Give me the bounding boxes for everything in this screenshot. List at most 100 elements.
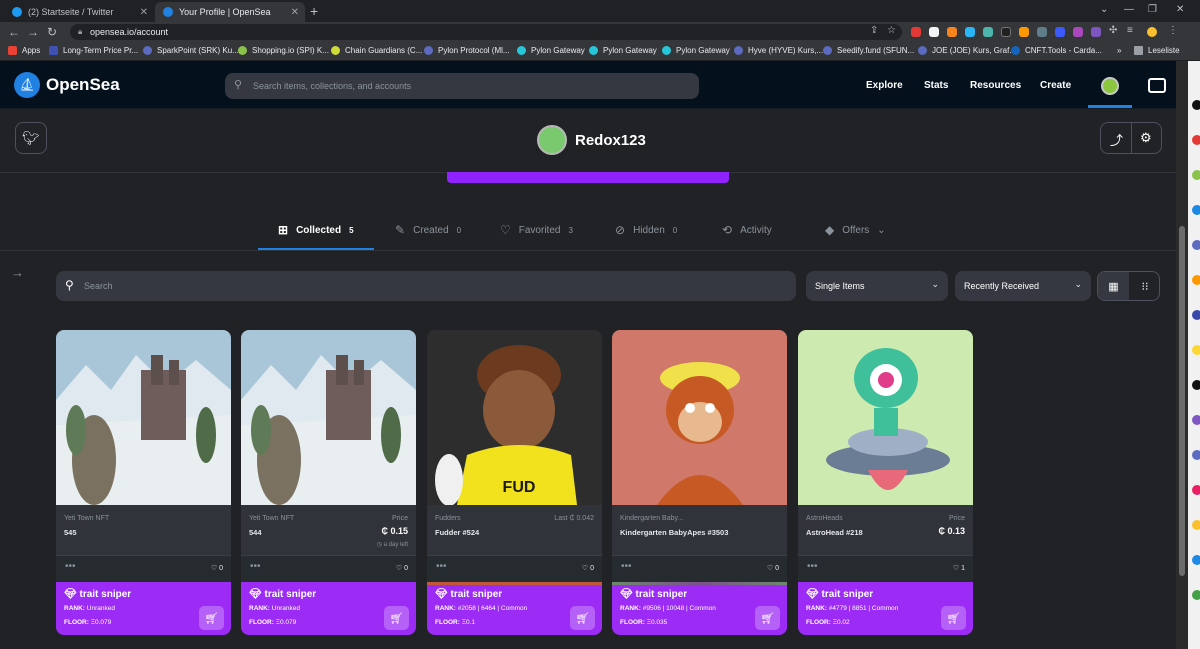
side-app-icon[interactable] <box>1192 345 1200 355</box>
side-app-icon[interactable] <box>1192 555 1200 565</box>
sort-select[interactable]: Recently Received ⌄ <box>955 271 1091 301</box>
close-tab-icon[interactable]: ✕ <box>291 7 299 18</box>
bookmark-item[interactable]: Long-Term Price Pr... <box>49 46 138 55</box>
more-options-icon[interactable]: ••• <box>250 561 261 572</box>
expand-filters-arrow-icon[interactable]: → <box>11 265 24 280</box>
cart-icon[interactable]: 🛒︎ <box>384 606 409 630</box>
tab-offers[interactable]: ◆ Offers ⌄ <box>825 223 886 237</box>
close-tab-icon[interactable]: ✕ <box>140 7 148 18</box>
extension-icon[interactable] <box>1091 27 1101 37</box>
side-app-icon[interactable] <box>1192 275 1200 285</box>
metamask-icon[interactable] <box>947 27 957 37</box>
opensea-logo[interactable]: ⛵︎ OpenSea <box>14 72 120 98</box>
small-grid-icon[interactable]: ⁝⁝ <box>1130 272 1160 300</box>
bookmark-item[interactable]: Hyve (HYVE) Kurs,... <box>734 46 823 55</box>
extension-icon[interactable] <box>1037 27 1047 37</box>
nav-explore[interactable]: Explore <box>866 80 903 91</box>
twitter-link-button[interactable]: 🐦︎ <box>15 122 47 154</box>
extension-icon[interactable] <box>929 27 939 37</box>
new-tab-icon[interactable]: + <box>310 3 318 19</box>
extension-icon[interactable] <box>965 27 975 37</box>
favorite-count[interactable]: ♡ 0 <box>211 564 223 572</box>
more-options-icon[interactable]: ••• <box>436 561 447 572</box>
nft-card[interactable]: Yeti Town NFT 545 ••• ♡ 0 💎︎ trait snipe… <box>56 330 231 635</box>
wallet-icon[interactable] <box>1148 78 1166 93</box>
reload-icon[interactable]: ↻ <box>47 25 57 39</box>
side-app-icon[interactable] <box>1192 380 1200 390</box>
bookmark-item[interactable]: Pylon Protocol (Ml... <box>424 46 510 55</box>
close-window-icon[interactable]: ✕ <box>1176 4 1184 15</box>
back-icon[interactable]: ← <box>8 25 20 39</box>
reading-list[interactable]: Leseliste <box>1134 46 1180 55</box>
nav-stats[interactable]: Stats <box>924 80 948 91</box>
bookmark-item[interactable]: Seedify.fund (SFUN... <box>823 46 914 55</box>
side-app-icon[interactable] <box>1192 100 1200 110</box>
bookmark-item[interactable]: SparkPoint (SRK) Ku... <box>143 46 239 55</box>
bookmark-item[interactable]: Chain Guardians (C... <box>331 46 422 55</box>
profile-avatar-icon[interactable] <box>1147 27 1157 37</box>
nft-card[interactable]: AstroHeads AstroHead #218 Price ₵ 0.13 •… <box>798 330 973 635</box>
items-search-input[interactable]: ⚲ Search <box>56 271 796 301</box>
browser-tab-opensea[interactable]: Your Profile | OpenSea ✕ <box>155 2 305 22</box>
cart-icon[interactable]: 🛒︎ <box>755 606 780 630</box>
nav-resources[interactable]: Resources <box>970 80 1021 91</box>
address-bar[interactable]: 🔒︎ opensea.io/account <box>70 24 902 40</box>
maximize-icon[interactable]: ❐ <box>1148 4 1157 15</box>
side-app-icon[interactable] <box>1192 485 1200 495</box>
cart-icon[interactable]: 🛒︎ <box>199 606 224 630</box>
cart-icon[interactable]: 🛒︎ <box>941 606 966 630</box>
side-app-icon[interactable] <box>1192 590 1200 600</box>
large-grid-icon[interactable]: ▦ <box>1098 272 1129 300</box>
scrollbar-thumb[interactable] <box>1179 226 1185 576</box>
side-app-icon[interactable] <box>1192 240 1200 250</box>
bookmark-item[interactable]: JOE (JOE) Kurs, Graf... <box>918 46 1016 55</box>
extensions-puzzle-icon[interactable]: ✣ <box>1109 25 1117 36</box>
tab-collected[interactable]: ⊞ Collected 5 <box>278 223 354 237</box>
nft-card[interactable]: FUD Fudders Fudder #524 Last ₵ 0.042 •••… <box>427 330 602 635</box>
nft-card[interactable]: Yeti Town NFT 544 Price ₵ 0.15 ◷ a day l… <box>241 330 416 635</box>
extension-icon[interactable] <box>1019 27 1029 37</box>
nav-create[interactable]: Create <box>1040 80 1071 91</box>
reading-mode-icon[interactable]: ≡ <box>1127 25 1133 36</box>
account-avatar-icon[interactable] <box>1101 77 1119 95</box>
side-app-icon[interactable] <box>1192 170 1200 180</box>
bookmark-apps[interactable]: Apps <box>8 46 40 55</box>
favorite-count[interactable]: ♡ 1 <box>953 564 965 572</box>
side-app-icon[interactable] <box>1192 310 1200 320</box>
extension-icon[interactable] <box>1073 27 1083 37</box>
side-app-icon[interactable] <box>1192 415 1200 425</box>
extension-icon[interactable] <box>983 27 993 37</box>
minimize-icon[interactable]: — <box>1124 4 1134 15</box>
extension-icon[interactable] <box>911 27 921 37</box>
extension-icon[interactable] <box>1055 27 1065 37</box>
bookmark-item[interactable]: Pylon Gateway <box>662 46 730 55</box>
side-app-icon[interactable] <box>1192 135 1200 145</box>
cart-icon[interactable]: 🛒︎ <box>570 606 595 630</box>
tab-search-icon[interactable]: ⌄ <box>1100 4 1108 15</box>
side-app-icon[interactable] <box>1192 450 1200 460</box>
tab-hidden[interactable]: ⊘ Hidden 0 <box>615 223 677 237</box>
side-app-icon[interactable] <box>1192 520 1200 530</box>
global-search-input[interactable]: ⚲ Search items, collections, and account… <box>225 73 699 99</box>
bookmark-item[interactable]: Pylon Gateway <box>589 46 657 55</box>
more-bookmarks-icon[interactable]: » <box>1117 46 1121 55</box>
nft-card[interactable]: Kindergarten Baby... Kindergarten BabyAp… <box>612 330 787 635</box>
side-app-icon[interactable] <box>1192 205 1200 215</box>
bookmark-item[interactable]: Shopping.io (SPI) K... <box>238 46 329 55</box>
more-options-icon[interactable]: ••• <box>807 561 818 572</box>
tab-activity[interactable]: ⟲ Activity <box>722 223 772 237</box>
bookmark-item[interactable]: CNFT.Tools - Carda... <box>1011 46 1102 55</box>
settings-gear-icon[interactable]: ⚙ <box>1140 130 1152 146</box>
item-type-select[interactable]: Single Items ⌄ <box>806 271 948 301</box>
favorite-count[interactable]: ♡ 0 <box>582 564 594 572</box>
bookmark-star-icon[interactable]: ☆ <box>887 25 896 36</box>
share-page-icon[interactable]: ⇪ <box>870 25 878 36</box>
favorite-count[interactable]: ♡ 0 <box>396 564 408 572</box>
browser-tab-twitter[interactable]: (2) Startseite / Twitter ✕ <box>4 2 154 22</box>
more-options-icon[interactable]: ••• <box>621 561 632 572</box>
tab-created[interactable]: ✎ Created 0 <box>395 223 461 237</box>
extension-icon[interactable] <box>1001 27 1011 37</box>
more-options-icon[interactable]: ••• <box>65 561 76 572</box>
tab-favorited[interactable]: ♡ Favorited 3 <box>500 223 573 237</box>
favorite-count[interactable]: ♡ 0 <box>767 564 779 572</box>
